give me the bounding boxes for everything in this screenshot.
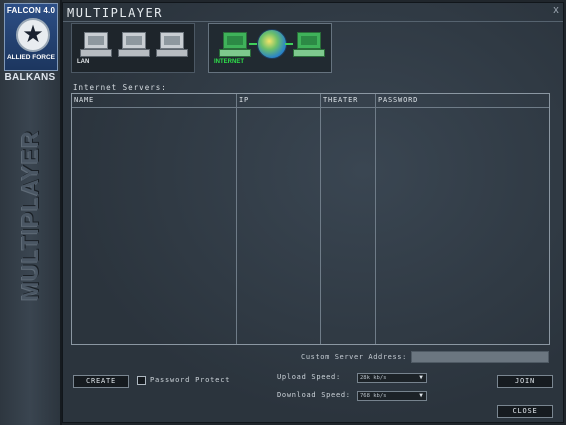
close-icon[interactable]: x xyxy=(551,4,561,16)
vertical-title-text: MULTIPLAYER xyxy=(16,129,43,301)
title-divider xyxy=(63,21,563,22)
upload-speed-select[interactable]: 28k kb/s ▼ xyxy=(357,373,427,383)
multiplayer-window: MULTIPLAYER x LAN INTERNET Internet Serv… xyxy=(62,2,564,423)
internet-mode-button[interactable]: INTERNET xyxy=(208,23,332,73)
computer-icon xyxy=(219,32,251,57)
column-divider xyxy=(375,94,376,344)
vertical-section-title: MULTIPLAYER xyxy=(4,130,56,301)
internet-label: INTERNET xyxy=(214,59,244,65)
server-list[interactable]: NAME IP THEATER PASSWORD xyxy=(71,93,550,345)
logo-title: FALCON 4.0 xyxy=(6,6,56,15)
upload-speed-value: 28k kb/s xyxy=(360,375,387,381)
theater-name: BALKANS xyxy=(4,72,56,83)
column-divider xyxy=(236,94,237,344)
password-protect-checkbox[interactable] xyxy=(137,376,146,385)
join-button[interactable]: JOIN xyxy=(497,375,553,388)
dropdown-arrow-icon: ▼ xyxy=(419,392,423,399)
custom-address-input[interactable] xyxy=(411,351,549,363)
globe-icon xyxy=(257,29,287,59)
sidebar: FALCON 4.0 ★ ALLIED FORCE BALKANS MULTIP… xyxy=(0,0,62,425)
servers-section-label: Internet Servers: xyxy=(73,83,167,92)
network-link xyxy=(285,43,293,45)
upload-speed-label: Upload Speed: xyxy=(277,373,341,381)
download-speed-label: Download Speed: xyxy=(277,391,351,399)
window-title: MULTIPLAYER xyxy=(67,6,163,20)
password-protect-label: Password Protect xyxy=(150,376,231,384)
column-header-password[interactable]: PASSWORD xyxy=(378,96,418,104)
column-header-name[interactable]: NAME xyxy=(74,96,94,104)
network-link xyxy=(249,43,257,45)
dropdown-arrow-icon: ▼ xyxy=(419,374,423,381)
column-header-theater[interactable]: THEATER xyxy=(323,96,358,104)
column-divider xyxy=(320,94,321,344)
star-icon: ★ xyxy=(16,18,50,52)
computer-icon xyxy=(80,32,112,57)
close-button[interactable]: CLOSE xyxy=(497,405,553,418)
logo-subtitle: ALLIED FORCE xyxy=(6,54,56,61)
header-divider xyxy=(72,107,549,108)
download-speed-value: 768 kb/s xyxy=(360,393,387,399)
lan-mode-button[interactable]: LAN xyxy=(71,23,195,73)
create-button[interactable]: CREATE xyxy=(73,375,129,388)
lan-label: LAN xyxy=(77,59,90,65)
computer-icon xyxy=(293,32,325,57)
falcon-logo: FALCON 4.0 ★ ALLIED FORCE xyxy=(4,3,58,71)
custom-address-label: Custom Server Address: xyxy=(301,353,407,361)
download-speed-select[interactable]: 768 kb/s ▼ xyxy=(357,391,427,401)
column-header-ip[interactable]: IP xyxy=(239,96,249,104)
computer-icon xyxy=(156,32,188,57)
computer-icon xyxy=(118,32,150,57)
